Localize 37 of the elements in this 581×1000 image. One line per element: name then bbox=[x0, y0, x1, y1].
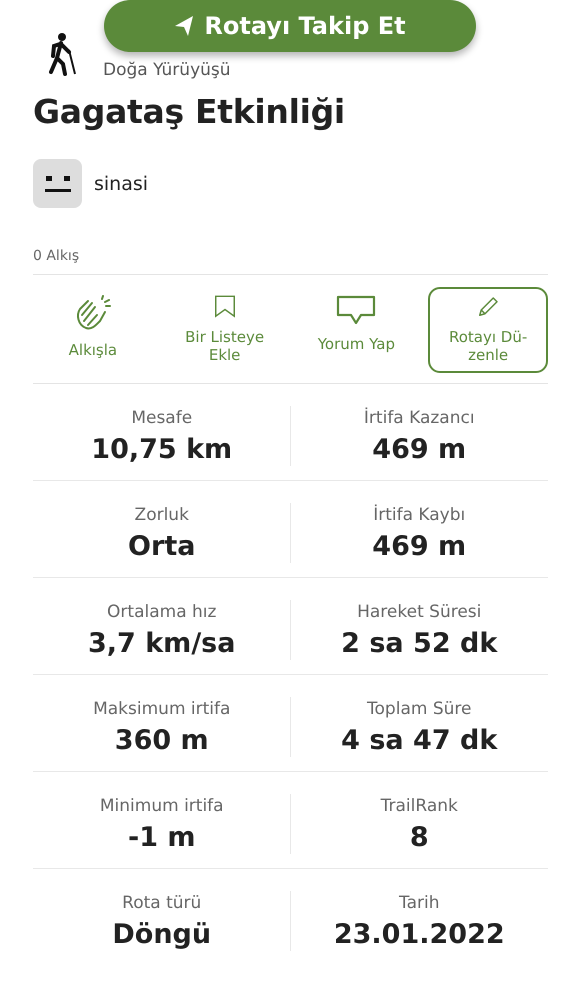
bookmark-action-button[interactable]: Bir Listeye Ekle bbox=[164, 287, 284, 373]
stat-value: 8 bbox=[410, 822, 429, 853]
stat-label: İrtifa Kaybı bbox=[373, 505, 466, 525]
stat-value: Döngü bbox=[112, 919, 212, 950]
stat-value: 469 m bbox=[372, 434, 466, 465]
stat-value: 360 m bbox=[114, 725, 209, 756]
stat-label: Hareket Süresi bbox=[357, 602, 482, 622]
activity-type: Doğa Yürüyüşü bbox=[103, 60, 231, 80]
stat-label: İrtifa Kazancı bbox=[364, 408, 475, 428]
stat-value: Orta bbox=[128, 531, 196, 562]
stat-label: Zorluk bbox=[134, 505, 189, 525]
username[interactable]: sinasi bbox=[94, 172, 148, 194]
stat-label: Rota türü bbox=[122, 893, 202, 913]
stat-value: -1 m bbox=[128, 822, 196, 853]
comment-action-button[interactable]: Yorum Yap bbox=[296, 287, 416, 373]
clap-action-button[interactable]: Alkışla bbox=[33, 287, 153, 373]
stat-label: Ortalama hız bbox=[107, 602, 216, 622]
stat-label: Maksimum irtifa bbox=[93, 699, 230, 719]
navigation-arrow-icon bbox=[174, 15, 194, 37]
stat-label: Mesafe bbox=[131, 408, 192, 428]
stat-value: 4 sa 47 dk bbox=[341, 725, 498, 756]
stat-label: Tarih bbox=[399, 893, 440, 913]
speech-bubble-icon bbox=[336, 295, 376, 325]
stat-value: 2 sa 52 dk bbox=[341, 628, 498, 659]
stat-label: TrailRank bbox=[380, 796, 458, 816]
stat-value: 3,7 km/sa bbox=[88, 628, 236, 659]
stat-label: Minimum irtifa bbox=[100, 796, 224, 816]
edit-action-button[interactable]: Rotayı Dü-zenle bbox=[428, 287, 548, 373]
hiker-icon bbox=[47, 32, 77, 76]
stat-value: 10,75 km bbox=[91, 434, 232, 465]
follow-route-button[interactable]: Rotayı Takip Et bbox=[104, 0, 476, 52]
stat-value: 23.01.2022 bbox=[334, 919, 505, 950]
user-avatar[interactable] bbox=[33, 159, 82, 208]
clap-count: 0 Alkış bbox=[33, 248, 548, 275]
stat-value: 469 m bbox=[372, 531, 466, 562]
route-title: Gagataş Etkinliği bbox=[33, 92, 346, 131]
stat-label: Toplam Süre bbox=[367, 699, 472, 719]
